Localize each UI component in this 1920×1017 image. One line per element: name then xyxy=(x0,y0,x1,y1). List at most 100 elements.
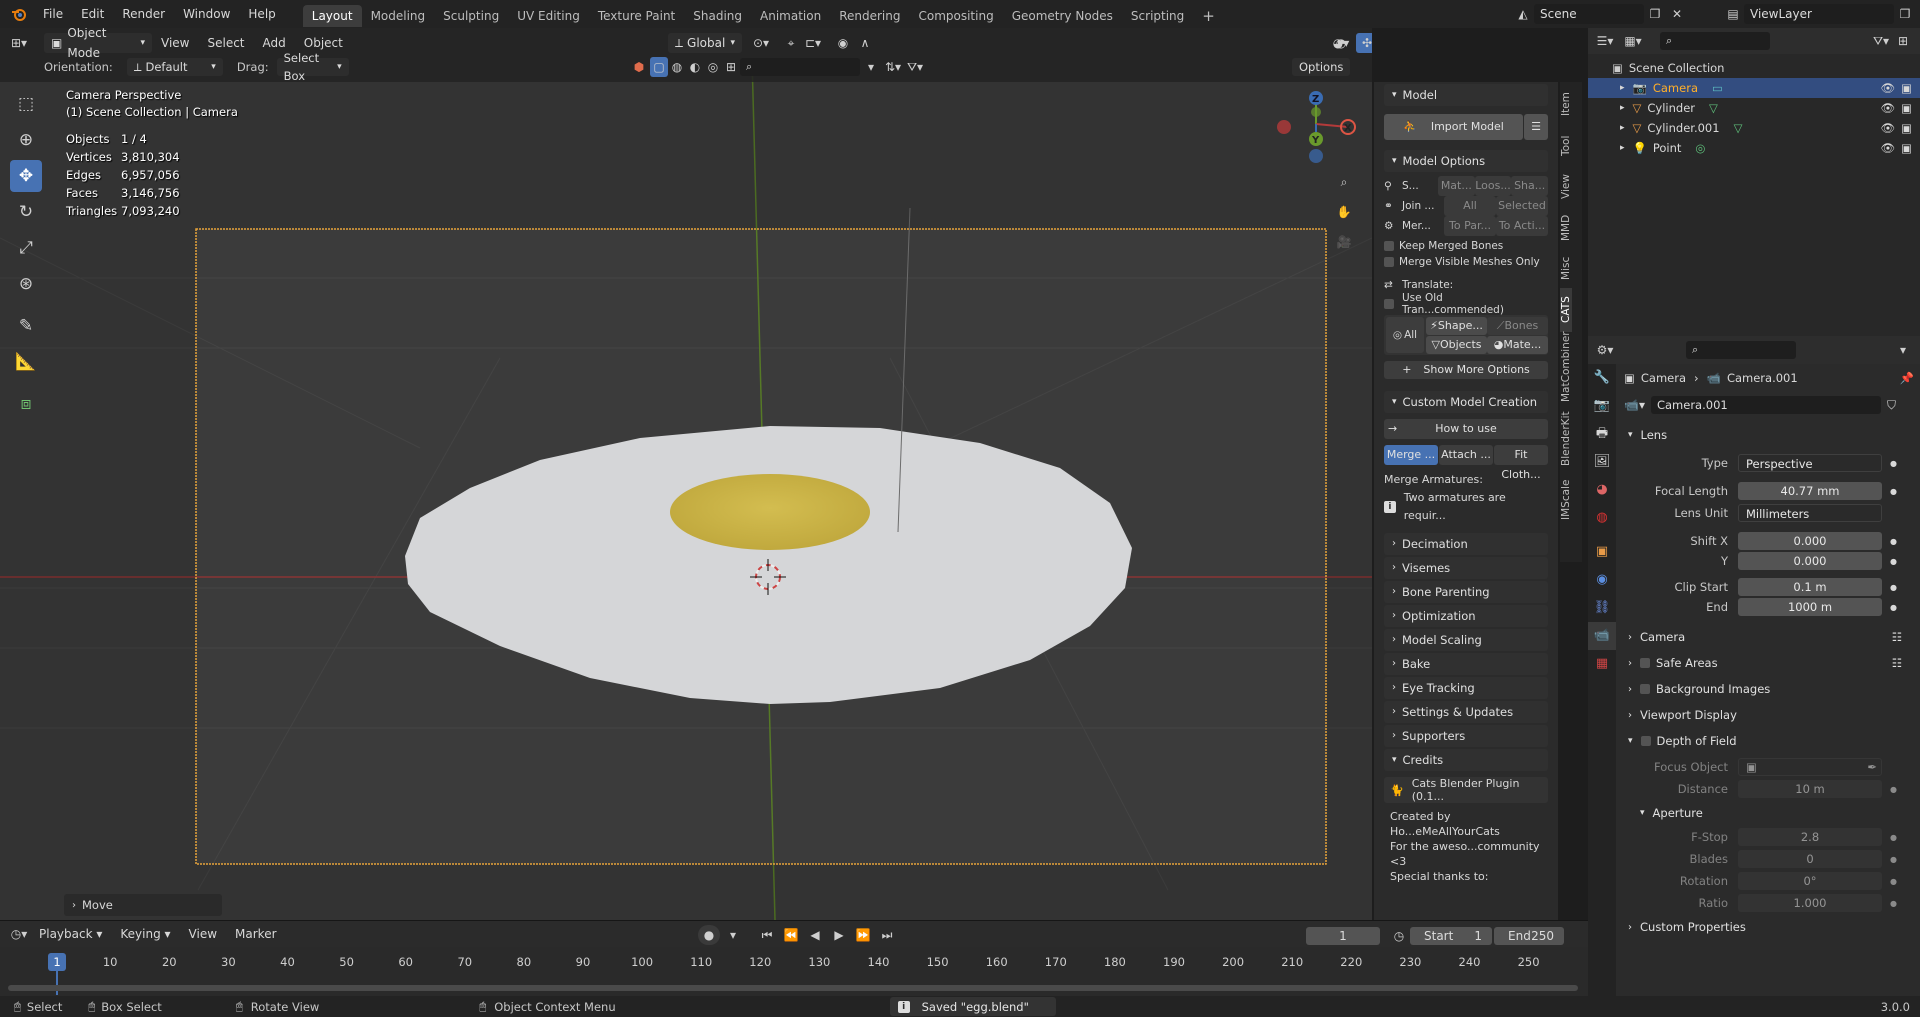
fstop-field[interactable]: 2.8 xyxy=(1738,828,1882,846)
background-images-checkbox[interactable] xyxy=(1640,684,1650,694)
fit-clothes-tab[interactable]: Fit Cloth... xyxy=(1494,445,1548,481)
camera-panel-header[interactable]: › Camera ☷ xyxy=(1618,624,1920,650)
blades-field[interactable]: 0 xyxy=(1738,850,1882,868)
transform-orientation-dropdown[interactable]: ⟂ Global ▾ xyxy=(668,33,742,53)
select-box-tool-icon[interactable]: ⬚ xyxy=(10,88,42,120)
expand-arrow-icon[interactable]: ▸ xyxy=(1620,83,1625,93)
jump-end-icon[interactable]: ⏭ xyxy=(876,925,898,945)
separate-shape-button[interactable]: Sha... xyxy=(1511,176,1549,196)
last-operator-panel[interactable]: › Move xyxy=(64,894,222,916)
lens-panel-header[interactable]: ▾ Lens xyxy=(1618,422,1920,448)
light-filter-icon[interactable]: ◎ xyxy=(704,57,722,77)
animate-dot-icon[interactable]: ● xyxy=(1890,603,1897,612)
shift-y-field[interactable]: 0.000 xyxy=(1738,552,1882,570)
snap-target-icon[interactable]: ⊏▾ xyxy=(802,33,824,53)
auto-keying-dropdown-icon[interactable]: ▾ xyxy=(722,925,744,945)
constraints-tab-icon[interactable]: ⛓ xyxy=(1588,594,1616,622)
workspace-tab-texture-paint[interactable]: Texture Paint xyxy=(589,5,684,27)
decimation-header[interactable]: › Decimation xyxy=(1384,533,1548,555)
viewport-menu-view[interactable]: View xyxy=(152,29,198,57)
view-layer-selector[interactable]: ViewLayer xyxy=(1744,4,1894,24)
animate-dot-icon[interactable]: ● xyxy=(1890,877,1897,886)
texture-tab-icon[interactable]: ▦ xyxy=(1588,650,1616,678)
visibility-eye-icon[interactable]: 👁 xyxy=(1881,81,1896,95)
world-tab-icon[interactable]: ◍ xyxy=(1588,504,1616,532)
viewport-search-input[interactable]: ⌕ xyxy=(740,58,860,76)
object-types-icon[interactable]: ⬢ xyxy=(628,57,650,77)
separate-material-button[interactable]: Mat... xyxy=(1438,176,1475,196)
funnel-filter-icon[interactable]: ⛛▾ xyxy=(904,57,926,77)
animate-dot-icon[interactable]: ● xyxy=(1890,459,1897,468)
visibility-eye-icon[interactable]: 👁 xyxy=(1881,101,1896,115)
custom-model-creation-header[interactable]: ▾ Custom Model Creation xyxy=(1384,391,1548,413)
join-all-button[interactable]: All xyxy=(1444,196,1496,216)
credits-header[interactable]: ▾ Credits xyxy=(1384,749,1548,771)
workspace-tab-geometry-nodes[interactable]: Geometry Nodes xyxy=(1003,5,1122,27)
drag-dropdown[interactable]: Select Box ▾ xyxy=(276,51,349,83)
view-layer-copy-icon[interactable]: ❐ xyxy=(1894,4,1916,24)
pivot-point-icon[interactable]: ⊙▾ xyxy=(750,33,772,53)
import-menu-icon[interactable]: ☰ xyxy=(1524,114,1548,140)
outliner-row-cylinder-001[interactable]: ▸ ▽ Cylinder.001 ▽ 👁 ▣ xyxy=(1588,118,1920,138)
optimization-header[interactable]: › Optimization xyxy=(1384,605,1548,627)
ratio-field[interactable]: 1.000 xyxy=(1738,894,1882,912)
play-reverse-icon[interactable]: ◀ xyxy=(804,925,826,945)
translate-all-button[interactable]: ◎ All xyxy=(1386,317,1424,353)
use-preview-range-icon[interactable]: ◷ xyxy=(1388,926,1410,946)
custom-properties-panel-header[interactable]: › Custom Properties xyxy=(1618,918,1920,936)
separate-loose-button[interactable]: Loos... xyxy=(1474,176,1512,196)
timeline-editor-type-icon[interactable]: ◷▾ xyxy=(8,924,30,944)
how-to-use-button[interactable]: → How to use xyxy=(1384,419,1548,439)
physics-tab-icon[interactable]: ◉ xyxy=(1588,566,1616,594)
animate-dot-icon[interactable]: ● xyxy=(1890,785,1897,794)
translate-bones-button[interactable]: ⟋Bones xyxy=(1487,316,1548,335)
filter-dropdown-icon[interactable]: ▾ xyxy=(860,57,882,77)
scene-copy-icon[interactable]: ❐ xyxy=(1644,4,1666,24)
outliner-row-camera[interactable]: ▸ 📷 Camera ▭ 👁 ▣ xyxy=(1588,78,1920,98)
menu-file[interactable]: File xyxy=(34,0,72,28)
outliner-row-scene-collection[interactable]: ▣ Scene Collection xyxy=(1588,58,1920,78)
workspace-tab-modeling[interactable]: Modeling xyxy=(362,5,435,27)
mode-selector[interactable]: ▣ Object Mode ▾ xyxy=(44,28,152,60)
workspace-tab-shading[interactable]: Shading xyxy=(684,5,751,27)
merge-to-parent-button[interactable]: To Par... xyxy=(1444,216,1496,236)
output-tab-icon[interactable]: 🖶 xyxy=(1588,420,1616,448)
animate-dot-icon[interactable]: ● xyxy=(1890,833,1897,842)
sort-icon[interactable]: ⇅▾ xyxy=(882,57,904,77)
shift-x-field[interactable]: 0.000 xyxy=(1738,532,1882,550)
merge-to-active-button[interactable]: To Acti... xyxy=(1496,216,1548,236)
jump-start-icon[interactable]: ⏮ xyxy=(756,925,778,945)
properties-options-icon[interactable]: ▾ xyxy=(1892,340,1914,360)
mesh-data-icon[interactable]: ▽ xyxy=(1734,121,1743,135)
animate-dot-icon[interactable]: ● xyxy=(1890,899,1897,908)
options-button[interactable]: Options xyxy=(1292,58,1351,76)
camera-view-icon[interactable]: 🎥 xyxy=(1332,230,1356,254)
expand-arrow-icon[interactable]: ▸ xyxy=(1620,123,1625,133)
frame-end-field[interactable]: End 250 xyxy=(1494,927,1564,945)
attach-mesh-tab[interactable]: Attach ... xyxy=(1439,445,1493,465)
sidebar-tab-blenderkit[interactable]: BlenderKit xyxy=(1560,408,1572,472)
editor-type-icon[interactable]: ⊞▾ xyxy=(8,33,30,53)
visibility-eye-icon[interactable]: 👁 xyxy=(1881,141,1896,155)
show-more-options-button[interactable]: + Show More Options xyxy=(1384,361,1548,379)
sidebar-tab-imscale[interactable]: IMScale xyxy=(1560,472,1572,528)
camera-datablock-name[interactable]: Camera.001 xyxy=(1650,396,1881,414)
render-camera-icon[interactable]: ▣ xyxy=(1901,141,1912,155)
outliner-row-point[interactable]: ▸ 💡 Point ◎ 👁 ▣ xyxy=(1588,138,1920,158)
join-selected-button[interactable]: Selected xyxy=(1496,196,1548,216)
viewport-menu-select[interactable]: Select xyxy=(198,29,253,57)
workspace-tab-uv-editing[interactable]: UV Editing xyxy=(508,5,589,27)
bake-header[interactable]: › Bake xyxy=(1384,653,1548,675)
object-tab-icon[interactable]: ▣ xyxy=(1588,538,1616,566)
timeline-scrollbar[interactable] xyxy=(8,985,1578,991)
animate-dot-icon[interactable]: ● xyxy=(1890,487,1897,496)
sidebar-tab-tool[interactable]: Tool xyxy=(1560,126,1572,166)
viewport-display-panel-header[interactable]: › Viewport Display xyxy=(1618,702,1920,728)
render-camera-icon[interactable]: ▣ xyxy=(1901,81,1912,95)
scene-icon[interactable]: ◭ xyxy=(1512,4,1534,24)
outliner-editor-type-icon[interactable]: ☰▾ xyxy=(1594,31,1616,51)
translate-materials-button[interactable]: ◕Mate... xyxy=(1487,335,1548,354)
animate-dot-icon[interactable]: ● xyxy=(1890,855,1897,864)
mesh-data-icon[interactable]: ▽ xyxy=(1709,101,1718,115)
presets-list-icon[interactable]: ☷ xyxy=(1892,630,1902,644)
